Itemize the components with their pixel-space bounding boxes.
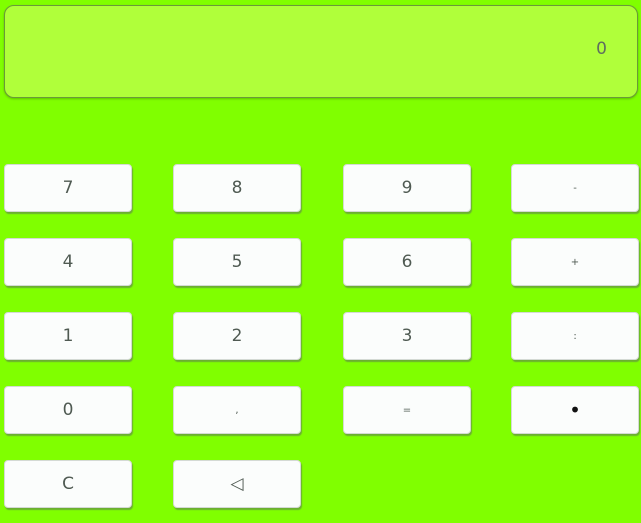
key-2[interactable]: 2 [173,312,301,360]
key-0[interactable]: 0 [4,386,132,434]
calculator-display: 0 [4,5,638,98]
key-9[interactable]: 9 [343,164,471,212]
key-4[interactable]: 4 [4,238,132,286]
keypad: 7 8 9 - 4 5 6 + 1 2 3 : 0 , = • C ◁ [4,164,639,516]
key-equals[interactable]: = [343,386,471,434]
key-3[interactable]: 3 [343,312,471,360]
backspace-icon[interactable]: ◁ [173,460,301,508]
key-multiply[interactable]: • [511,386,639,434]
key-8[interactable]: 8 [173,164,301,212]
key-5[interactable]: 5 [173,238,301,286]
key-plus[interactable]: + [511,238,639,286]
key-divide[interactable]: : [511,312,639,360]
display-value: 0 [596,39,607,59]
key-clear[interactable]: C [4,460,132,508]
key-7[interactable]: 7 [4,164,132,212]
key-6[interactable]: 6 [343,238,471,286]
key-comma[interactable]: , [173,386,301,434]
key-1[interactable]: 1 [4,312,132,360]
key-minus[interactable]: - [511,164,639,212]
calculator-app: 0 7 8 9 - 4 5 6 + 1 2 3 : 0 , = • C ◁ [0,0,641,523]
